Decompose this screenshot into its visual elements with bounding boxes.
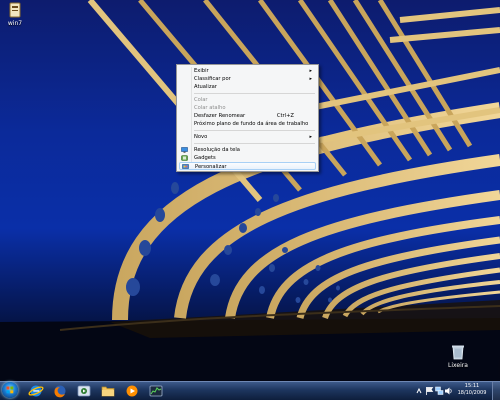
- media-player-icon: [126, 385, 138, 397]
- taskbar-task-manager[interactable]: [145, 383, 167, 399]
- menu-item-novo[interactable]: Novo ▸: [179, 133, 316, 141]
- desktop-icon-win7[interactable]: win7: [0, 2, 35, 27]
- menu-item-proximo-plano-de-fundo[interactable]: Próximo plano de fundo da área de trabal…: [179, 120, 316, 128]
- menu-item-classificar-por[interactable]: Classificar por ▸: [179, 75, 316, 83]
- menu-item-resolucao-da-tela[interactable]: Resolução da tela: [179, 146, 316, 154]
- clock-time: 15:11: [464, 383, 480, 389]
- submenu-arrow-icon: ▸: [309, 76, 312, 82]
- firefox-icon: [54, 385, 66, 398]
- media-center-icon: [77, 385, 91, 397]
- game-icon: [9, 2, 21, 18]
- task-manager-icon: [149, 385, 163, 397]
- taskbar: 15:11 18/10/2009: [0, 381, 500, 400]
- menu-item-colar-atalho[interactable]: Colar atalho: [179, 104, 316, 112]
- menu-item-label: Classificar por: [194, 76, 231, 82]
- menu-separator: [194, 130, 315, 131]
- desktop[interactable]: win7 Lixeira: [0, 0, 500, 381]
- menu-item-gadgets[interactable]: Gadgets: [179, 154, 316, 162]
- show-desktop-button[interactable]: [492, 382, 500, 400]
- menu-item-label: Personalizar: [195, 164, 227, 170]
- taskbar-firefox[interactable]: [49, 383, 71, 399]
- menu-item-label: Atualizar: [194, 84, 217, 90]
- show-hidden-icons-arrow-icon[interactable]: [416, 386, 422, 396]
- menu-item-personalizar[interactable]: Personalizar: [179, 162, 316, 170]
- menu-item-atualizar[interactable]: Atualizar: [179, 83, 316, 91]
- menu-item-shortcut: Ctrl+Z: [276, 113, 294, 119]
- desktop-icon-label: Lixeira: [448, 362, 468, 369]
- system-clock[interactable]: 15:11 18/10/2009: [454, 383, 490, 397]
- menu-item-label: Colar atalho: [194, 105, 226, 111]
- menu-item-label: Gadgets: [194, 155, 216, 161]
- desktop-context-menu: Exibir ▸ Classificar por ▸ Atualizar Col…: [176, 64, 319, 172]
- volume-icon[interactable]: [444, 386, 453, 396]
- menu-separator: [194, 143, 315, 144]
- menu-item-colar[interactable]: Colar: [179, 96, 316, 104]
- menu-separator: [194, 93, 315, 94]
- menu-item-exibir[interactable]: Exibir ▸: [179, 67, 316, 75]
- internet-explorer-icon: [28, 385, 44, 397]
- personalize-icon: [182, 164, 189, 169]
- menu-item-label: Novo: [194, 134, 208, 140]
- taskbar-windows-explorer[interactable]: [97, 383, 119, 399]
- menu-item-label: Exibir: [194, 68, 209, 74]
- menu-item-label: Resolução da tela: [194, 147, 240, 153]
- desktop-icon-label: win7: [7, 20, 23, 27]
- start-button[interactable]: [2, 382, 18, 398]
- menu-item-label: Próximo plano de fundo da área de trabal…: [194, 121, 309, 127]
- gadgets-icon: [181, 155, 188, 161]
- windows-logo-icon: [6, 386, 14, 394]
- action-center-flag-icon[interactable]: [425, 386, 434, 396]
- menu-item-label: Desfazer Renomear: [194, 113, 246, 119]
- menu-item-label: Colar: [194, 97, 208, 103]
- taskbar-windows-media-player[interactable]: [121, 383, 143, 399]
- clock-date: 18/10/2009: [457, 390, 487, 396]
- taskbar-media-center[interactable]: [73, 383, 95, 399]
- submenu-arrow-icon: ▸: [309, 134, 312, 140]
- taskbar-internet-explorer[interactable]: [25, 383, 47, 399]
- network-icon[interactable]: [435, 386, 444, 396]
- menu-item-desfazer-renomear[interactable]: Desfazer Renomear Ctrl+Z: [179, 112, 316, 120]
- submenu-arrow-icon: ▸: [309, 68, 312, 74]
- monitor-icon: [181, 147, 188, 153]
- desktop-icon-lixeira[interactable]: Lixeira: [438, 344, 478, 369]
- wallpaper-bridge: [0, 0, 500, 381]
- recycle-bin-icon: [452, 345, 464, 360]
- folder-icon: [101, 386, 115, 397]
